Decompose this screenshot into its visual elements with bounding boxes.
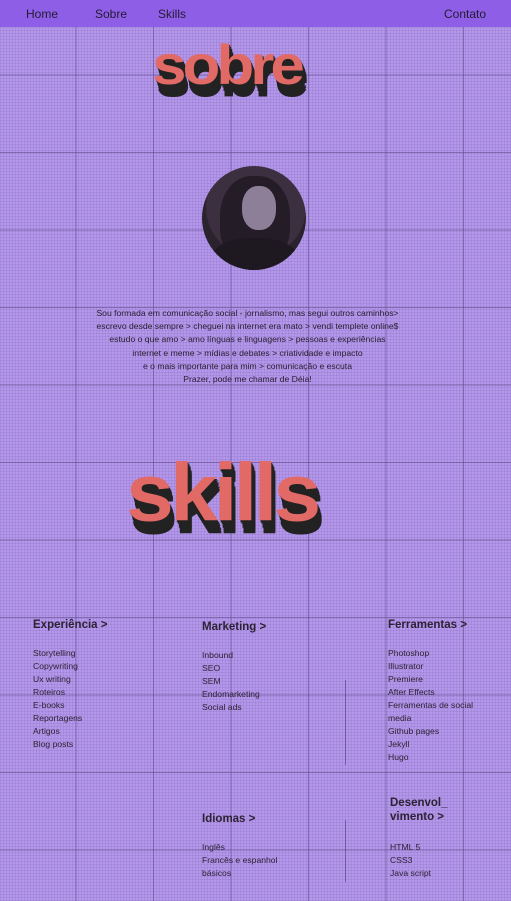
- list-item: básicos: [202, 868, 232, 878]
- list-item: Premiere: [388, 674, 423, 684]
- list-item: Ferramentas de social: [388, 700, 474, 710]
- languages-heading: Idiomas >: [202, 813, 256, 825]
- avatar-face: [242, 186, 276, 230]
- tools-list: Photoshop Illustrator Premiere After Eff…: [388, 647, 473, 764]
- list-item: Ux writing: [33, 674, 71, 684]
- list-item: HTML 5: [390, 842, 421, 852]
- list-item: Roteiros: [33, 687, 65, 697]
- marketing-list: Inbound SEO SEM Endomarketing Social ads: [202, 649, 260, 714]
- list-item: media: [388, 713, 412, 723]
- list-item: SEM: [202, 676, 221, 686]
- nav-about[interactable]: Sobre: [95, 7, 127, 21]
- experience-heading: Experiência >: [33, 619, 108, 631]
- list-item: Java script: [390, 868, 432, 878]
- list-item: After Effects: [388, 687, 435, 697]
- dev-heading-line: Desenvol_: [390, 797, 448, 809]
- list-item: SEO: [202, 663, 221, 673]
- bio-line: e o mais importante para mim > comunicaç…: [143, 360, 352, 371]
- list-item: Inglês: [202, 842, 225, 852]
- list-item: CSS3: [390, 855, 413, 865]
- list-item: Blog posts: [33, 739, 74, 749]
- dev-heading: Desenvol_ vimento >: [390, 796, 448, 824]
- divider: [345, 680, 346, 765]
- marketing-heading: Marketing >: [202, 621, 267, 633]
- about-bio: Sou formada em comunicação social - jorn…: [60, 307, 435, 386]
- list-item: Copywriting: [33, 661, 78, 671]
- nav-skills[interactable]: Skills: [158, 7, 186, 21]
- bio-line: estudo o que amo > amo línguas e linguag…: [109, 334, 386, 345]
- bio-line: Prazer, pode me chamar de Déia!: [183, 374, 312, 385]
- languages-list: Inglês Francês e espanhol básicos: [202, 841, 277, 880]
- list-item: Social ads: [202, 702, 242, 712]
- list-item: Inbound: [202, 650, 234, 660]
- list-item: Hugo: [388, 752, 409, 762]
- nav-home[interactable]: Home: [26, 7, 58, 21]
- nav-contact[interactable]: Contato: [444, 7, 486, 21]
- skills-title: skills: [126, 447, 321, 539]
- list-item: Photoshop: [388, 648, 430, 658]
- list-item: E-books: [33, 700, 65, 710]
- avatar-body: [210, 238, 300, 270]
- bio-line: internet e meme > mídias e debates > cri…: [132, 347, 363, 358]
- bio-line: Sou formada em comunicação social - jorn…: [96, 308, 399, 318]
- divider: [345, 820, 346, 882]
- list-item: Jekyll: [388, 739, 410, 749]
- list-item: Illustrator: [388, 661, 424, 671]
- profile-avatar: [202, 166, 306, 270]
- list-item: Storytelling: [33, 648, 76, 658]
- list-item: Github pages: [388, 726, 440, 736]
- list-item: Francês e espanhol: [202, 855, 278, 865]
- list-item: Artigos: [33, 726, 60, 736]
- dev-heading-line: vimento >: [390, 811, 445, 823]
- list-item: Endomarketing: [202, 689, 260, 699]
- list-item: Reportagens: [33, 713, 83, 723]
- dev-list: HTML 5 CSS3 Java script: [390, 841, 431, 880]
- tools-heading: Ferramentas >: [388, 619, 467, 631]
- top-nav: Home Sobre Skills Contato: [0, 0, 511, 27]
- about-title: sobre: [152, 34, 305, 97]
- experience-list: Storytelling Copywriting Ux writing Rote…: [33, 647, 82, 751]
- bio-line: escrevo desde sempre > cheguei na intern…: [96, 321, 399, 332]
